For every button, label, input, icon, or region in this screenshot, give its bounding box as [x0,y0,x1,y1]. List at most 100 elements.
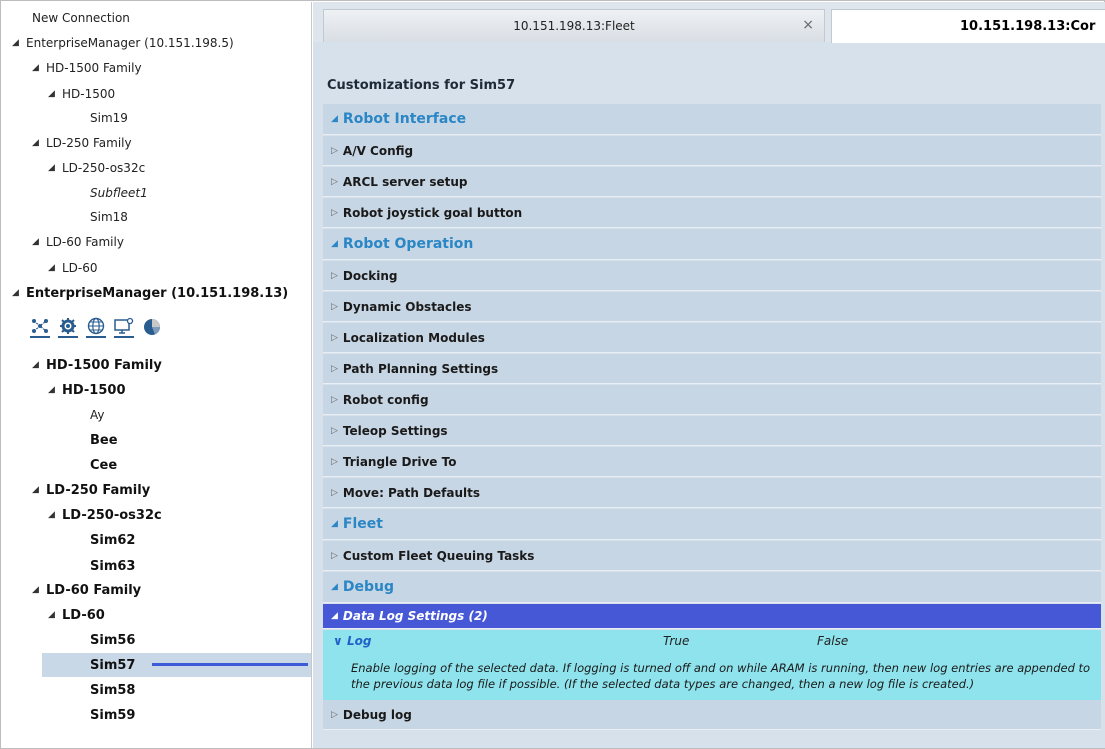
tree-item[interactable]: ◢ HD-1500 [2,378,311,402]
expand-triangle-icon[interactable]: ◢ [32,138,46,148]
tree-item-label: HD-1500 Family [46,357,162,373]
tree-item[interactable]: ◢ LD-60 [2,256,311,280]
tree-item-label: LD-60 Family [46,235,124,249]
close-icon[interactable]: × [802,17,814,33]
expand-triangle-icon: ▷ [331,394,338,405]
section-item[interactable]: ▷ Docking [323,261,1101,291]
tree-item[interactable]: Cee [2,453,311,477]
tree-item[interactable]: ◢ LD-60 Family [2,230,311,254]
section-header[interactable]: ◢ Robot Operation [323,229,1101,260]
section-header[interactable]: ◢ Robot Interface [323,104,1101,135]
section-item[interactable]: ▷ Path Planning Settings [323,354,1101,384]
expand-triangle-icon[interactable]: ◢ [32,360,46,370]
section-header[interactable]: ◢ Debug [323,572,1101,603]
tree-item[interactable]: ◢ EnterpriseManager (10.151.198.5) [2,31,311,55]
network-icon[interactable] [30,318,50,338]
log-setting-name[interactable]: ∨ Log [333,634,371,648]
section-item[interactable]: ▷ Debug log [323,700,1101,730]
tree-item-label: Ay [90,408,105,422]
expand-triangle-icon[interactable]: ◢ [48,610,62,620]
tree-item-label: Sim56 [90,632,136,648]
expand-triangle-icon[interactable]: ◢ [32,485,46,495]
log-current-value[interactable]: True [663,634,689,648]
tree-item[interactable]: ◢ LD-250-os32c [2,503,311,527]
tree-item[interactable]: ◢ HD-1500 [2,82,311,106]
section-item[interactable]: ▷ Teleop Settings [323,416,1101,446]
pie-chart-icon[interactable] [142,318,162,338]
tree-item[interactable]: Ay [2,403,311,427]
tree-item[interactable]: Bee [2,428,311,452]
section-header[interactable]: ◢ Fleet [323,509,1101,540]
tree-item[interactable]: Sim62 [2,528,311,552]
log-description: Enable logging of the selected data. If … [351,661,1091,691]
tree-item[interactable]: ◢ EnterpriseManager (10.151.198.13) [2,281,311,305]
tree-item[interactable]: ◢ LD-60 Family [2,578,311,602]
tab-configuration[interactable]: 10.151.198.13:Cor [831,9,1105,43]
expand-triangle-icon[interactable]: ◢ [12,288,26,298]
connection-tree[interactable]: New Connection ◢ EnterpriseManager (10.151… [2,2,312,748]
tree-item[interactable]: ◢ HD-1500 Family [2,56,311,80]
log-setting-row[interactable]: ∨ Log True False Enable logging of the sele… [323,630,1101,700]
section-item[interactable]: ▷ Robot config [323,385,1101,415]
tree-item-label: Sim19 [90,111,128,125]
tree-item[interactable]: Sim63 [2,554,311,578]
tree-item[interactable]: Sim58 [2,678,311,702]
section-label: Move: Path Defaults [342,485,481,500]
expand-triangle-icon: ▷ [331,550,338,561]
selection-indicator [152,663,308,666]
tree-item[interactable]: Sim59 [2,703,311,727]
monitor-settings-icon[interactable] [114,317,134,338]
section-item[interactable]: ▷ Triangle Drive To [323,447,1101,477]
tree-item[interactable]: New Connection [2,6,311,30]
section-label: ARCL server setup [342,174,468,189]
section-item[interactable]: ▷ Localization Modules [323,323,1101,353]
expand-triangle-icon[interactable]: ◢ [48,263,62,273]
section-item[interactable]: ▷ Custom Fleet Queuing Tasks [323,541,1101,571]
chevron-down-icon[interactable]: ∨ [333,634,343,648]
tree-item[interactable]: ◢ HD-1500 Family [2,353,311,377]
section-label: Custom Fleet Queuing Tasks [342,548,535,563]
collapse-triangle-icon: ◢ [331,611,338,621]
section-item[interactable]: ▷ Move: Path Defaults [323,478,1101,508]
expand-triangle-icon[interactable]: ◢ [32,63,46,73]
tree-item[interactable]: ◢ LD-60 [2,603,311,627]
section-label: Path Planning Settings [342,361,499,376]
expand-triangle-icon[interactable]: ◢ [48,385,62,395]
tree-item[interactable]: ◢ LD-250-os32c [2,156,311,180]
section-item-expanded[interactable]: ◢ Data Log Settings (2) [323,604,1101,629]
tree-toolbar [30,317,162,338]
tree-item[interactable]: Sim19 [2,106,311,130]
tree-item-label: Cee [90,457,118,473]
tab-fleet[interactable]: 10.151.198.13:Fleet × [323,9,825,42]
tree-item-label: LD-60 [62,607,105,623]
expand-triangle-icon[interactable]: ◢ [48,163,62,173]
section-item[interactable]: ▷ A/V Config [323,136,1101,166]
expand-triangle-icon[interactable]: ◢ [12,38,26,48]
expand-triangle-icon[interactable]: ◢ [48,89,62,99]
section-item[interactable]: ▷ Robot joystick goal button [323,198,1101,228]
tree-item[interactable]: ◢ LD-250 Family [2,478,311,502]
section-label: Robot config [342,392,429,407]
tree-item-label: LD-250-os32c [62,161,146,175]
expand-triangle-icon[interactable]: ◢ [48,510,62,520]
settings-gear-icon[interactable] [58,318,78,338]
tree-item-label: Sim62 [90,532,136,548]
section-item[interactable]: ▷ Dynamic Obstacles [323,292,1101,322]
tree-item[interactable]: ◢ LD-250 Family [2,131,311,155]
collapse-triangle-icon: ◢ [331,582,338,592]
tree-item-label: EnterpriseManager (10.151.198.5) [26,36,234,50]
globe-icon[interactable] [86,317,106,338]
section-label: Robot Interface [342,111,467,127]
tree-item[interactable]: Sim56 [2,628,311,652]
expand-triangle-icon: ▷ [331,487,338,498]
collapse-triangle-icon: ◢ [331,114,338,124]
expand-triangle-icon[interactable]: ◢ [32,237,46,247]
tree-item[interactable]: Sim18 [2,205,311,229]
expand-triangle-icon[interactable]: ◢ [32,585,46,595]
section-label: Triangle Drive To [342,454,457,469]
section-item[interactable]: ▷ ARCL server setup [323,167,1101,197]
tab-bar: 10.151.198.13:Fleet × 10.151.198.13:Cor [313,2,1105,43]
tree-item[interactable]: Subfleet1 [2,181,311,205]
tree-item-label: LD-250-os32c [62,507,162,523]
tree-item-label: New Connection [32,11,130,25]
